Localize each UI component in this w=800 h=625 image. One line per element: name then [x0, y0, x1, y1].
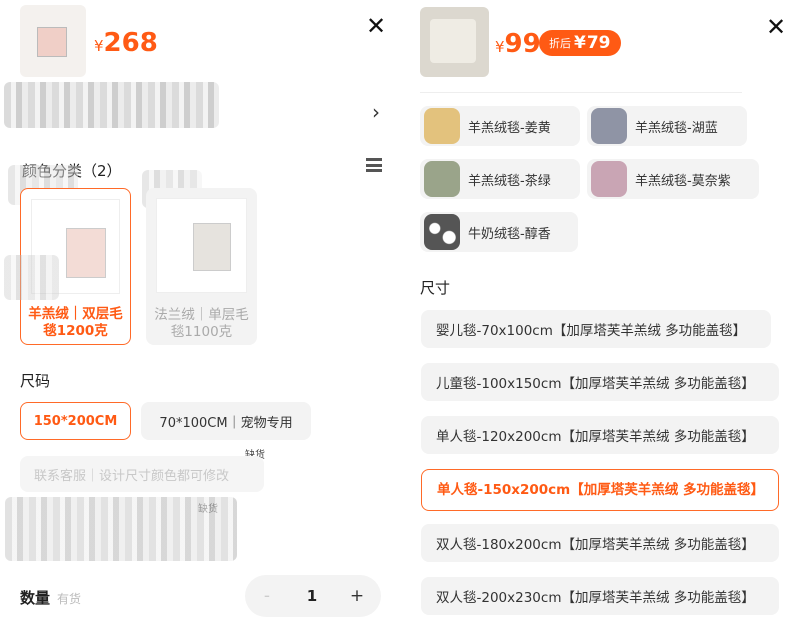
product-thumbnail-image — [430, 19, 476, 63]
size-option[interactable]: 婴儿毯-70x100cm【加厚塔芙羊羔绒 多功能盖毯】 — [421, 310, 771, 348]
quantity-increment-button[interactable]: + — [335, 586, 379, 606]
discount-currency: ¥ — [574, 33, 586, 53]
quantity-value: 1 — [306, 587, 318, 605]
right-sku-panel: ¥99 折后 ¥79 ✕ 羊羔绒毯-姜黄 羊羔绒毯-湖蓝 羊羔绒毯-茶绿 羊羔绒毯… — [400, 0, 800, 625]
color-option-monet-purple[interactable]: 羊羔绒毯-莫奈紫 — [587, 159, 759, 199]
size-option-70x100[interactable]: 70*100CM｜宠物专用 — [141, 402, 311, 440]
quantity-decrement-button[interactable]: - — [245, 586, 289, 606]
size-option[interactable]: 双人毯-200x230cm【加厚塔芙羊羔绒 多功能盖毯】 — [421, 577, 779, 615]
color-option-label: 羊羔绒毯-湖蓝 — [635, 120, 718, 136]
size-option[interactable]: 单人毯-120x200cm【加厚塔芙羊羔绒 多功能盖毯】 — [421, 416, 779, 454]
chevron-right-icon[interactable]: › — [372, 100, 380, 124]
product-price: ¥99 — [495, 29, 541, 59]
close-icon[interactable]: ✕ — [366, 14, 386, 38]
color-option-label: 羊羔绒毯-姜黄 — [468, 120, 551, 136]
price-amount: 99 — [504, 29, 541, 59]
discount-text: 折后 — [549, 37, 571, 50]
size-option-label: 单人毯-150x200cm【加厚塔芙羊羔绒 多功能盖毯】 — [437, 482, 764, 498]
list-view-icon[interactable] — [366, 158, 382, 172]
redacted-overlay — [4, 255, 59, 300]
discount-amount: 79 — [586, 33, 611, 53]
product-thumbnail — [420, 7, 489, 77]
price-amount: 268 — [103, 28, 158, 58]
product-price: ¥268 — [94, 28, 158, 58]
size-option-label: 70*100CM｜宠物专用 — [159, 415, 293, 431]
color-option-label: 羊羔绒毯-莫奈紫 — [635, 173, 731, 189]
price-currency: ¥ — [94, 37, 104, 55]
size-option-label: 婴儿毯-70x100cm【加厚塔芙羊羔绒 多功能盖毯】 — [436, 323, 747, 339]
color-option-label: 羊羔绒毯-茶绿 — [468, 173, 551, 189]
divider — [420, 92, 742, 93]
size-option[interactable]: 双人毯-180x200cm【加厚塔芙羊羔绒 多功能盖毯】 — [421, 524, 779, 562]
quantity-label: 数量 — [20, 589, 51, 607]
size-option-label: 儿童毯-100x150cm【加厚塔芙羊羔绒 多功能盖毯】 — [436, 376, 755, 392]
color-option-tea-green[interactable]: 羊羔绒毯-茶绿 — [420, 159, 580, 199]
size-option-contact-service[interactable]: 联系客服｜设计尺寸颜色都可修改 — [20, 456, 264, 492]
stock-status: 有货 — [57, 592, 82, 606]
quantity-stepper: - 1 + — [245, 575, 381, 617]
color-swatch — [424, 214, 460, 250]
redacted-text — [5, 497, 237, 561]
close-icon[interactable]: ✕ — [766, 15, 786, 39]
color-swatch — [424, 161, 460, 197]
color-option-flannel[interactable]: 法兰绒｜单层毛毯1100克 — [146, 188, 257, 345]
size-option[interactable]: 儿童毯-100x150cm【加厚塔芙羊羔绒 多功能盖毯】 — [421, 363, 779, 401]
size-option-label: 单人毯-120x200cm【加厚塔芙羊羔绒 多功能盖毯】 — [436, 429, 755, 445]
size-option-label: 双人毯-180x200cm【加厚塔芙羊羔绒 多功能盖毯】 — [436, 537, 755, 553]
color-option-label: 法兰绒｜单层毛毯1100克 — [154, 307, 249, 340]
size-option-150x200[interactable]: 150*200CM — [20, 402, 131, 440]
product-thumbnail — [20, 5, 86, 77]
left-sku-panel: ¥268 ✕ › 颜色分类（2） 羊羔绒｜双层毛毯1200克 法兰绒｜单层毛毯1… — [0, 0, 400, 625]
redacted-text — [4, 82, 219, 128]
color-option-image — [156, 198, 247, 293]
product-thumbnail-image — [37, 27, 67, 57]
color-option-label: 牛奶绒毯-醇香 — [468, 226, 551, 242]
color-swatch — [424, 108, 460, 144]
size-option-label: 双人毯-200x230cm【加厚塔芙羊羔绒 多功能盖毯】 — [436, 590, 755, 606]
size-option-selected[interactable]: 单人毯-150x200cm【加厚塔芙羊羔绒 多功能盖毯】 — [421, 469, 779, 511]
color-option-milk-mellow[interactable]: 牛奶绒毯-醇香 — [420, 212, 578, 252]
discount-price-badge: 折后 ¥79 — [539, 30, 621, 56]
size-section-title: 尺码 — [20, 372, 51, 390]
size-section-title: 尺寸 — [420, 279, 451, 297]
color-swatch — [591, 108, 627, 144]
size-option-label: 联系客服｜设计尺寸颜色都可修改 — [34, 468, 230, 484]
color-option-lake-blue[interactable]: 羊羔绒毯-湖蓝 — [587, 106, 747, 146]
color-option-label: 羊羔绒｜双层毛毯1200克 — [28, 306, 123, 339]
price-currency: ¥ — [495, 38, 505, 56]
size-option-label: 150*200CM — [33, 413, 118, 429]
color-option-ginger[interactable]: 羊羔绒毯-姜黄 — [420, 106, 580, 146]
color-swatch — [591, 161, 627, 197]
